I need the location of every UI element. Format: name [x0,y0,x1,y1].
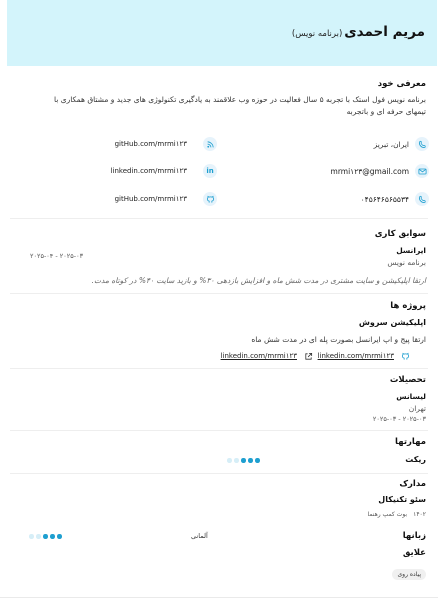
languages-title: زبانها [402,531,426,541]
divider [10,218,428,219]
experience-dates: ۲۰۲۵-۰۳ - ۲۰۲۵-۰۴ [30,252,84,260]
page-bottom-border [0,597,438,598]
education-dates: ۲۰۲۵-۰۳ - ۲۰۲۵-۰۳ [372,415,426,423]
level-dot [227,458,232,463]
header-banner: مریم احمدی (برنامه نویس) [7,0,437,66]
contact-github-1[interactable]: gitHub.com/mrmi۱۲۳ [115,140,187,148]
experience-title: سوابق کاری [374,229,426,239]
divider [10,368,428,369]
skill-name: ریکت [405,455,426,464]
header-name-line: مریم احمدی (برنامه نویس) [292,24,425,40]
education-city: تهران [408,404,426,413]
person-name: مریم احمدی [344,24,425,40]
certificate-name: سئو تکنیکال [378,495,426,504]
divider [10,430,428,431]
resume-page: مریم احمدی (برنامه نویس) معرفی خود برنام… [0,0,438,600]
person-role: (برنامه نویس) [291,29,343,39]
contact-email[interactable]: mrmi۱۲۳@gmail.com [331,167,409,176]
project-name: اپلیکیشن سروش [358,318,426,327]
skills-title: مهارتها [395,437,426,447]
certificate-meta: ۱۴۰۲ بوت کمپ رهنما [367,511,426,518]
project-description: ارتقا پیج و اپ ایرانسل بصورت پله ای در م… [251,335,426,344]
language-level-dots [29,534,62,539]
certificate-issuer: بوت کمپ رهنما [367,511,408,518]
education-title: تحصیلات [389,375,426,385]
level-dot [50,534,55,539]
level-dot [255,458,260,463]
divider [10,293,428,294]
project-link-1[interactable]: linkedin.com/mrmi۱۲۳ [318,352,394,360]
project-link-2[interactable]: linkedin.com/mrmi۱۲۳ [221,352,297,360]
linkedin-icon: in [203,164,217,178]
divider [10,473,428,474]
interests-title: علایق [402,548,426,558]
email-icon [415,164,429,178]
certificates-title: مدارک [399,479,426,489]
about-title: معرفی خود [377,79,426,89]
level-dot [241,458,246,463]
location-icon [415,137,429,151]
about-line-2: تیمهای حرفه ای و باتجربه [346,107,426,116]
skill-level-dots [227,458,260,463]
contact-phone[interactable]: ۰۴۵۶۴۶۵۶۵۵۳۴ [361,195,409,204]
level-dot [43,534,48,539]
contact-github-2[interactable]: gitHub.com/mrmi۱۲۳ [115,195,187,203]
phone-icon [415,192,429,206]
contact-linkedin[interactable]: linkedin.com/mrmi۱۲۳ [111,167,187,175]
github-icon [401,352,410,360]
certificate-year: ۱۴۰۲ [413,511,426,518]
experience-position: برنامه نویس [387,258,426,267]
about-line-1: برنامه نویس فول استک با تجربه ۵ سال فعال… [53,95,426,104]
rss-icon [203,137,217,151]
level-dot [36,534,41,539]
level-dot [29,534,34,539]
level-dot [57,534,62,539]
experience-company: ایرانسل [396,246,426,255]
level-dot [234,458,239,463]
interest-chip: پیاده روی [392,569,426,580]
level-dot [248,458,253,463]
experience-description: ارتقا اپلیکیشن و سایت مشتری در مدت شش ما… [91,276,426,285]
external-link-icon [305,352,313,360]
language-name: آلمانی [191,532,208,540]
projects-title: پروژه ها [390,301,426,311]
education-degree: لیسانس [396,392,426,401]
github-icon [203,192,217,206]
contact-location: ایران، تبریز [373,140,409,149]
